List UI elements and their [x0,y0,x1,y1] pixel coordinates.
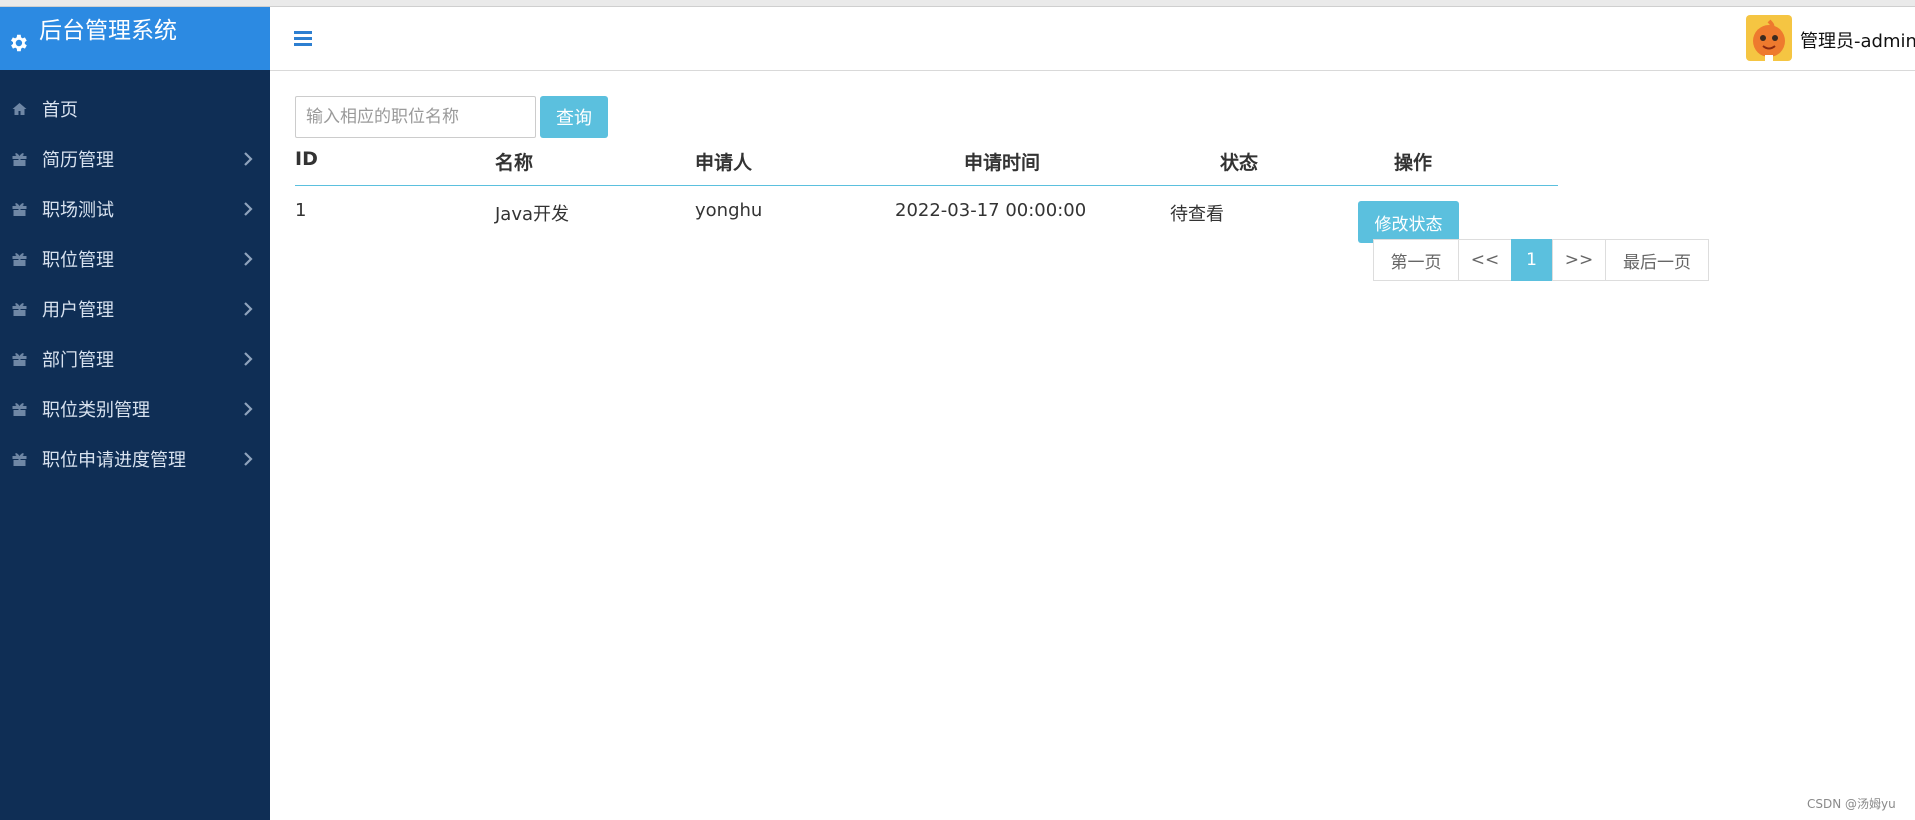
cell-time: 2022-03-17 00:00:00 [895,200,1087,221]
app-title: 后台管理系统 [39,18,177,44]
search-input[interactable] [295,96,536,138]
avatar[interactable] [1746,15,1792,61]
sidebar-item-position-categories[interactable]: 职位类别管理 [0,384,270,434]
sidebar-item-label: 简历管理 [42,150,114,171]
sidebar-item-home[interactable]: 首页 [0,84,270,134]
sidebar-item-positions[interactable]: 职位管理 [0,234,270,284]
menu-toggle-icon[interactable] [294,31,312,47]
sidebar-item-label: 部门管理 [42,350,114,371]
table-header-divider [295,185,1558,186]
brand-header: 后台管理系统 [0,7,270,70]
hamburger-bar [294,31,312,34]
sidebar-item-application-progress[interactable]: 职位申请进度管理 [0,434,270,484]
cell-name: Java开发 [495,204,570,225]
chevron-right-icon [244,302,253,316]
first-page-button[interactable]: 第一页 [1373,239,1459,281]
sidebar-item-label: 用户管理 [42,300,114,321]
sidebar-item-label: 首页 [42,100,78,121]
sidebar-menu: 首页 简历管理 职场测试 职位管理 用户管理 部门管理 职位类别管理 职位申请进… [0,84,270,484]
user-name[interactable]: 管理员-admin [1800,27,1915,53]
gift-icon [12,403,27,416]
next-page-button[interactable]: >> [1552,239,1606,281]
sidebar-item-workplace-test[interactable]: 职场测试 [0,184,270,234]
watermark: CSDN @汤姆yu [1807,797,1896,811]
column-header-id: ID [295,148,318,170]
edit-status-button[interactable]: 修改状态 [1358,201,1459,243]
hamburger-bar [294,37,312,40]
prev-page-button[interactable]: << [1458,239,1512,281]
cell-id: 1 [295,200,307,221]
column-header-time: 申请时间 [964,152,1041,174]
top-header: 管理员-admin [270,7,1915,71]
gift-icon [12,153,27,166]
column-header-action: 操作 [1394,152,1433,174]
column-header-applicant: 申请人 [695,152,753,174]
sidebar-item-label: 职场测试 [42,200,114,221]
gear-icon [11,34,27,52]
sidebar-item-users[interactable]: 用户管理 [0,284,270,334]
sidebar-item-departments[interactable]: 部门管理 [0,334,270,384]
gift-icon [12,353,27,366]
chevron-right-icon [244,452,253,466]
hamburger-bar [294,43,312,46]
column-header-status: 状态 [1220,152,1259,174]
sidebar: 后台管理系统 首页 简历管理 职场测试 职位管理 用户管理 部门管理 职位类别管… [0,7,270,820]
last-page-button[interactable]: 最后一页 [1605,239,1709,281]
cell-applicant: yonghu [695,200,763,221]
cell-status: 待查看 [1170,204,1224,225]
sidebar-item-label: 职位管理 [42,250,114,271]
gift-icon [12,303,27,316]
chevron-right-icon [244,202,253,216]
chevron-right-icon [244,402,253,416]
page-number-button[interactable]: 1 [1511,239,1552,281]
chevron-right-icon [244,352,253,366]
gift-icon [12,203,27,216]
sidebar-item-label: 职位类别管理 [42,400,150,421]
sidebar-item-label: 职位申请进度管理 [42,450,186,471]
chevron-right-icon [244,152,253,166]
browser-top-edge [0,0,1915,7]
chevron-right-icon [244,252,253,266]
query-button[interactable]: 查询 [540,96,608,138]
avatar-image [1746,15,1792,61]
column-header-name: 名称 [495,152,534,174]
home-icon [12,103,27,115]
gift-icon [12,453,27,466]
sidebar-item-resume[interactable]: 简历管理 [0,134,270,184]
gift-icon [12,253,27,266]
